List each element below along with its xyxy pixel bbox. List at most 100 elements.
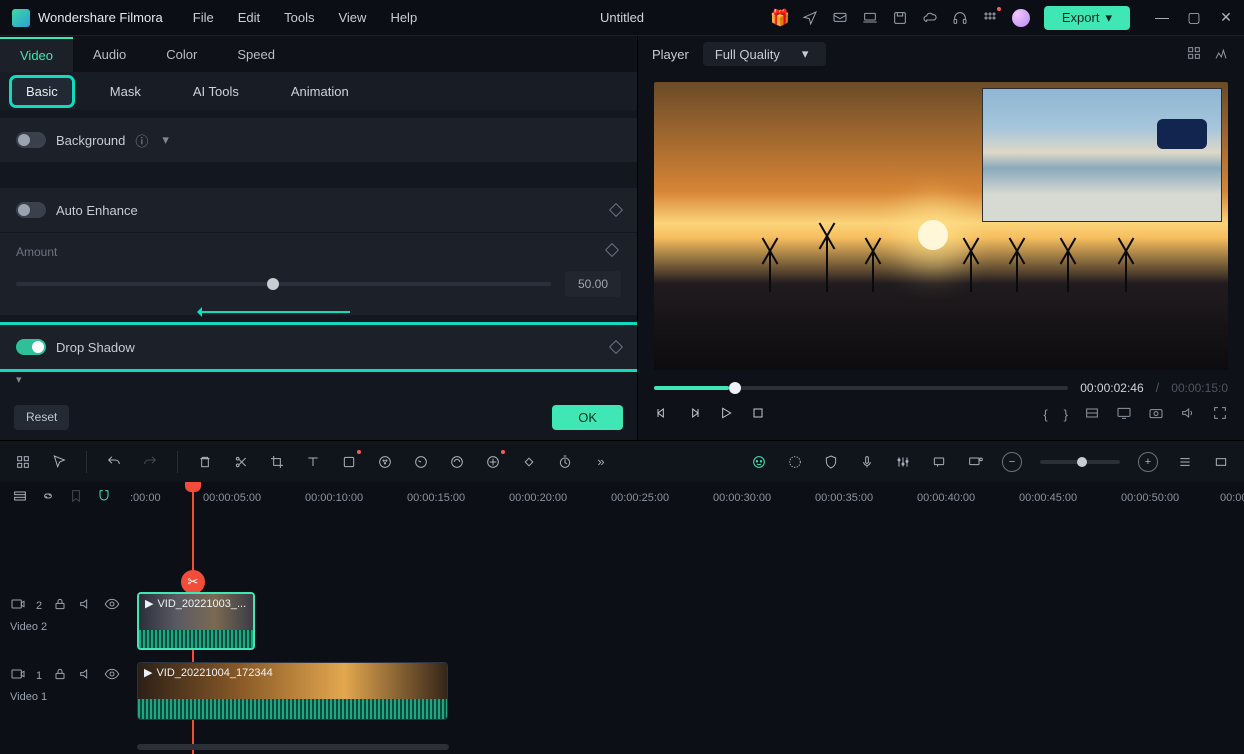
chevron-down-icon[interactable]: ▾ <box>162 132 169 148</box>
stop-icon[interactable] <box>750 405 766 424</box>
play-icon[interactable] <box>718 405 734 424</box>
mute-icon[interactable] <box>78 596 94 615</box>
grid-view-icon[interactable] <box>1186 45 1202 64</box>
mute-icon[interactable] <box>78 666 94 685</box>
minimize-button[interactable]: — <box>1154 9 1170 26</box>
keyframe-tl-icon[interactable] <box>520 453 538 471</box>
effects-icon[interactable] <box>484 453 502 471</box>
picture-in-picture[interactable] <box>982 88 1222 222</box>
timeline-scrollbar[interactable] <box>137 744 449 750</box>
tab-speed[interactable]: Speed <box>217 38 295 71</box>
link-icon[interactable] <box>40 488 56 507</box>
preview[interactable] <box>654 82 1228 370</box>
record-screen-icon[interactable] <box>966 453 984 471</box>
help-icon[interactable]: ⓘ <box>135 131 148 150</box>
avatar[interactable] <box>1012 9 1030 27</box>
drop-shadow-toggle[interactable] <box>16 339 46 355</box>
color-icon[interactable] <box>376 453 394 471</box>
text-icon[interactable] <box>304 453 322 471</box>
clip-video-1[interactable]: ▶VID_20221004_172344 <box>137 662 448 720</box>
amount-value[interactable]: 50.00 <box>565 271 621 297</box>
gift-icon[interactable]: 🎁 <box>772 10 788 26</box>
undo-icon[interactable] <box>105 453 123 471</box>
apps-icon[interactable] <box>982 10 998 26</box>
clip-video-2[interactable]: ▶VID_20221003_... <box>137 592 255 650</box>
auto-enhance-row[interactable]: Auto Enhance <box>0 188 637 232</box>
subtab-ai-tools[interactable]: AI Tools <box>179 78 253 105</box>
export-button[interactable]: Export▾ <box>1044 6 1130 30</box>
playhead-handle-icon[interactable] <box>185 482 201 492</box>
scissor-icon[interactable]: ✂ <box>181 570 205 594</box>
brace-close-icon[interactable]: } <box>1064 407 1068 422</box>
visibility-icon[interactable] <box>104 596 120 615</box>
list-icon[interactable] <box>1176 453 1194 471</box>
lock-icon[interactable] <box>52 596 68 615</box>
tab-color[interactable]: Color <box>146 38 217 71</box>
send-icon[interactable] <box>802 10 818 26</box>
snapshot-icon[interactable] <box>1148 405 1164 424</box>
speed-hand-icon[interactable] <box>412 453 430 471</box>
mic-icon[interactable] <box>858 453 876 471</box>
close-button[interactable]: ✕ <box>1218 9 1234 26</box>
marker-icon[interactable] <box>930 453 948 471</box>
settings-icon[interactable] <box>786 453 804 471</box>
background-toggle[interactable] <box>16 132 46 148</box>
lock-icon[interactable] <box>52 666 68 685</box>
redo-icon[interactable] <box>141 453 159 471</box>
progress-slider[interactable] <box>654 386 1068 390</box>
menu-view[interactable]: View <box>338 10 366 25</box>
quality-dropdown[interactable]: Full Quality ▾ <box>703 42 827 66</box>
auto-enhance-toggle[interactable] <box>16 202 46 218</box>
keyframe-icon[interactable] <box>609 203 623 217</box>
laptop-icon[interactable] <box>862 10 878 26</box>
zoom-out-button[interactable]: − <box>1002 452 1022 472</box>
save-icon[interactable] <box>892 10 908 26</box>
next-frame-icon[interactable] <box>686 405 702 424</box>
shield-icon[interactable] <box>822 453 840 471</box>
fullscreen-icon[interactable] <box>1212 405 1228 424</box>
add-track-icon[interactable] <box>12 488 28 507</box>
pointer-icon[interactable] <box>50 453 68 471</box>
prev-frame-icon[interactable] <box>654 405 670 424</box>
ai-assistant-icon[interactable] <box>750 453 768 471</box>
drop-shadow-row[interactable]: Drop Shadow <box>0 325 637 369</box>
tab-audio[interactable]: Audio <box>73 38 146 71</box>
background-row[interactable]: Background ⓘ ▾ <box>0 118 637 162</box>
brace-open-icon[interactable]: { <box>1043 407 1047 422</box>
scope-icon[interactable] <box>1214 45 1230 64</box>
amount-slider[interactable] <box>16 282 551 286</box>
audio-mixer-icon[interactable] <box>894 453 912 471</box>
reset-button[interactable]: Reset <box>14 405 69 430</box>
cloud-icon[interactable] <box>922 10 938 26</box>
menu-tools[interactable]: Tools <box>284 10 314 25</box>
apps-icon[interactable] <box>14 453 32 471</box>
fit-icon[interactable] <box>1212 453 1230 471</box>
tab-video[interactable]: Video <box>0 37 73 72</box>
headphones-icon[interactable] <box>952 10 968 26</box>
keyframe-icon[interactable] <box>609 340 623 354</box>
delete-icon[interactable] <box>196 453 214 471</box>
adjust-icon[interactable] <box>340 453 358 471</box>
menu-edit[interactable]: Edit <box>238 10 260 25</box>
zoom-slider[interactable] <box>1040 460 1120 464</box>
layout-icon[interactable] <box>1084 405 1100 424</box>
ok-button[interactable]: OK <box>552 405 623 430</box>
display-icon[interactable] <box>1116 405 1132 424</box>
message-icon[interactable] <box>832 10 848 26</box>
expand-more-icon[interactable]: ▾ <box>16 373 637 386</box>
subtab-basic[interactable]: Basic <box>12 78 72 105</box>
visibility-icon[interactable] <box>104 666 120 685</box>
crop-icon[interactable] <box>268 453 286 471</box>
more-icon[interactable]: » <box>592 453 610 471</box>
time-ruler[interactable]: :00:00 00:00:05:00 00:00:10:00 00:00:15:… <box>130 486 1244 510</box>
ai-icon[interactable] <box>448 453 466 471</box>
keyframe-icon[interactable] <box>605 243 619 257</box>
volume-icon[interactable] <box>1180 405 1196 424</box>
timer-icon[interactable] <box>556 453 574 471</box>
menu-file[interactable]: File <box>193 10 214 25</box>
split-icon[interactable] <box>232 453 250 471</box>
subtab-mask[interactable]: Mask <box>96 78 155 105</box>
magnet-icon[interactable] <box>96 488 112 507</box>
menu-help[interactable]: Help <box>390 10 417 25</box>
bookmark-icon[interactable] <box>68 488 84 507</box>
